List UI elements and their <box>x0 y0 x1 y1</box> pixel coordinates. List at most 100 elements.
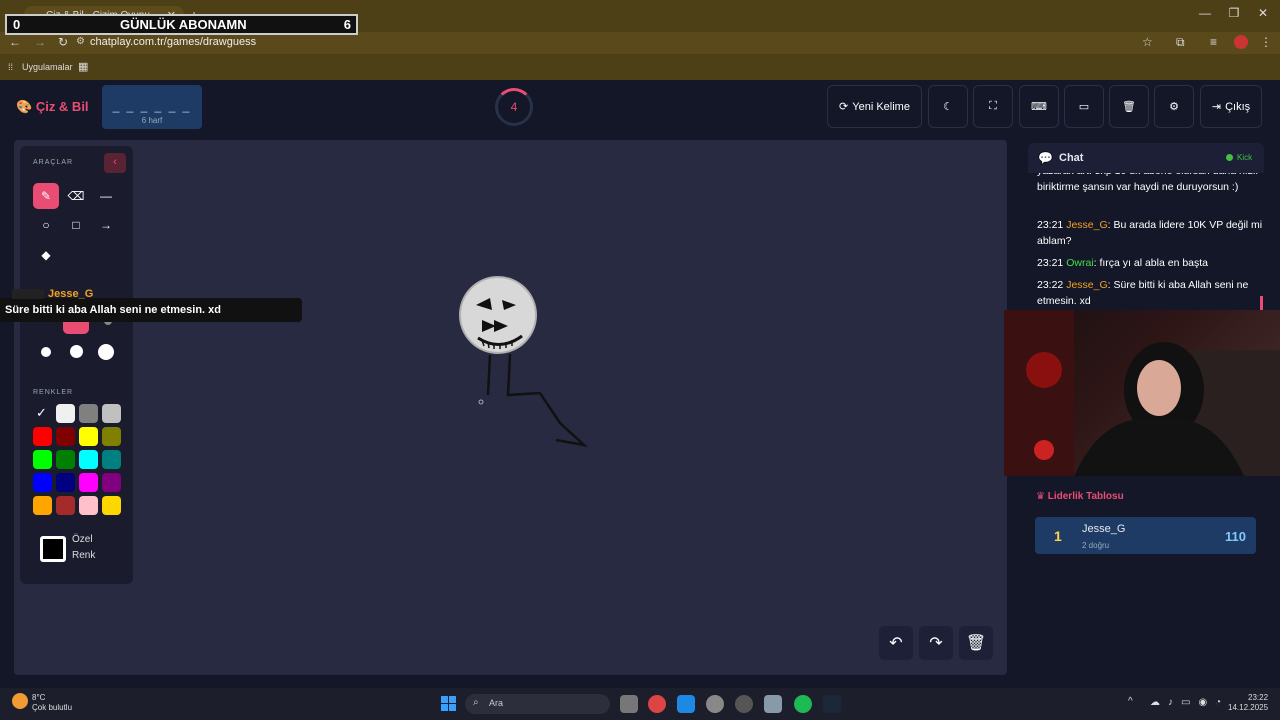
tray-icons[interactable]: ☁♪▭◉◔ <box>1150 697 1229 708</box>
new-word-label: Yeni Kelime <box>852 100 910 113</box>
clear-canvas-button[interactable]: 🗑 <box>959 626 993 660</box>
arrow-right-icon: → <box>100 218 112 232</box>
fullscreen-button[interactable]: ⛶ <box>973 85 1013 128</box>
maximize-icon[interactable]: ❐ <box>1222 6 1246 20</box>
fill-tool[interactable]: ◆ <box>33 242 59 268</box>
overlay-username: Jesse_G <box>48 288 94 300</box>
minimize-icon[interactable]: — <box>1193 6 1217 20</box>
steam-icon[interactable] <box>823 695 841 713</box>
rectangle-tool[interactable]: □ <box>63 212 89 238</box>
color-swatch[interactable] <box>79 496 98 515</box>
eraser-tool[interactable]: ⌫ <box>63 183 89 209</box>
color-swatch[interactable] <box>33 473 52 492</box>
weather-icon[interactable] <box>12 693 28 709</box>
task-view-icon[interactable] <box>620 695 638 713</box>
start-icon[interactable] <box>441 696 456 711</box>
weather-widget[interactable]: 8°C Çok bulutlu <box>32 693 72 713</box>
back-icon[interactable]: ← <box>9 35 21 49</box>
grid-icon[interactable]: ▦ <box>78 60 88 73</box>
logo-text: Çiz & Bil <box>35 99 89 114</box>
word-hint-box: _ _ _ _ _ _ 6 harf <box>102 85 202 129</box>
color-swatch[interactable] <box>56 404 75 423</box>
color-swatch[interactable] <box>56 473 75 492</box>
round-timer: 4 <box>495 88 533 126</box>
trash-button[interactable]: 🗑 <box>1109 85 1149 128</box>
bookmark-apps[interactable]: Uygulamalar <box>22 62 73 72</box>
line-tool[interactable]: — <box>93 183 119 209</box>
undo-button[interactable]: ↶ <box>879 626 913 660</box>
brush-size-6[interactable] <box>98 344 114 360</box>
forward-icon[interactable]: → <box>34 35 46 49</box>
reload-icon[interactable]: ↻ <box>58 35 68 49</box>
url-text[interactable]: chatplay.com.tr/games/drawguess <box>90 36 256 48</box>
leader-name: Jesse_G <box>1082 523 1126 535</box>
color-swatch[interactable] <box>102 473 121 492</box>
bookmark-star-icon[interactable]: ☆ <box>1142 35 1153 49</box>
color-swatch[interactable] <box>102 427 121 446</box>
archive-button[interactable]: ▭ <box>1064 85 1104 128</box>
dark-mode-button[interactable]: ☾ <box>928 85 968 128</box>
color-swatch[interactable] <box>102 404 121 423</box>
leaderboard-row: 1 Jesse_G 2 doğru 110 <box>1035 517 1256 554</box>
brush-tool[interactable]: ✎ <box>33 183 59 209</box>
keyboard-button[interactable]: ⌨ <box>1019 85 1059 128</box>
color-swatch[interactable] <box>79 404 98 423</box>
color-swatch[interactable] <box>56 450 75 469</box>
color-swatch[interactable] <box>33 450 52 469</box>
collapse-panel-button[interactable]: ‹ <box>104 153 126 173</box>
circle-tool[interactable]: ○ <box>33 212 59 238</box>
settings-button[interactable]: ⚙ <box>1154 85 1194 128</box>
chat-header: 💬 Chat Kick <box>1028 143 1264 173</box>
site-info-icon[interactable]: ⚙ <box>76 36 85 47</box>
chat-message: 23:21 Owrai: fırça yı al abla en başta <box>1037 255 1262 271</box>
custom-color-swatch[interactable] <box>40 536 66 562</box>
redo-button[interactable]: ↷ <box>919 626 953 660</box>
close-window-icon[interactable]: ✕ <box>1251 6 1275 20</box>
overlay-title: GÜNLÜK ABONAMN <box>120 17 247 32</box>
color-swatch[interactable] <box>56 496 75 515</box>
color-swatch[interactable] <box>33 496 52 515</box>
exit-label: Çıkış <box>1225 100 1251 113</box>
settings-app-icon[interactable] <box>764 695 782 713</box>
leader-score: 110 <box>1225 529 1246 544</box>
taskbar-clock[interactable]: 23:22 14.12.2025 <box>1228 693 1268 713</box>
color-swatch[interactable] <box>102 450 121 469</box>
search-icon: ⌕ <box>473 697 479 708</box>
chrome-icon[interactable] <box>648 695 666 713</box>
color-swatch[interactable] <box>79 450 98 469</box>
color-swatch[interactable]: ✓ <box>33 404 52 423</box>
custom-color-label[interactable]: Özel Renk <box>72 532 95 564</box>
chat-scrollbar[interactable] <box>1260 296 1263 310</box>
brush-size-4[interactable] <box>41 347 51 357</box>
chat-username[interactable]: Jesse_G <box>1066 279 1107 291</box>
taskbar-search[interactable]: ⌕ Ara <box>465 694 610 714</box>
weather-temp: 8°C <box>32 693 46 702</box>
new-word-button[interactable]: ⟳ Yeni Kelime <box>827 85 922 128</box>
color-swatch[interactable] <box>33 427 52 446</box>
apps-icon[interactable]: ⁞⁞ <box>8 62 13 72</box>
chat-username[interactable]: Owrai <box>1066 257 1093 269</box>
app-icon-2[interactable] <box>706 695 724 713</box>
word-letter-count: 6 harf <box>141 116 163 125</box>
spotify-icon[interactable] <box>794 695 812 713</box>
menu-icon[interactable]: ⋮ <box>1260 35 1272 49</box>
color-swatch[interactable] <box>56 427 75 446</box>
media-icon[interactable]: ≡ <box>1210 35 1217 49</box>
extensions-icon[interactable]: ⧉ <box>1176 35 1185 50</box>
chat-title: Chat <box>1059 152 1084 164</box>
chat-bubbles-icon: 💬 <box>1038 151 1053 165</box>
color-swatch[interactable] <box>79 473 98 492</box>
arrow-tool[interactable]: → <box>93 212 119 238</box>
drawing-canvas[interactable] <box>14 140 1007 675</box>
color-swatch[interactable] <box>102 496 121 515</box>
app-logo[interactable]: 🎨 Çiz & Bil <box>16 99 89 115</box>
tray-chevron-icon[interactable]: ^ <box>1128 696 1133 707</box>
app-icon-1[interactable] <box>677 695 695 713</box>
chat-username[interactable]: Jesse_G <box>1066 219 1107 231</box>
profile-avatar[interactable] <box>1234 35 1248 49</box>
color-swatch[interactable] <box>79 427 98 446</box>
redo-icon: ↷ <box>929 635 943 652</box>
exit-button[interactable]: ⇥ Çıkış <box>1200 85 1262 128</box>
app-icon-3[interactable] <box>735 695 753 713</box>
brush-size-5[interactable] <box>70 345 83 358</box>
